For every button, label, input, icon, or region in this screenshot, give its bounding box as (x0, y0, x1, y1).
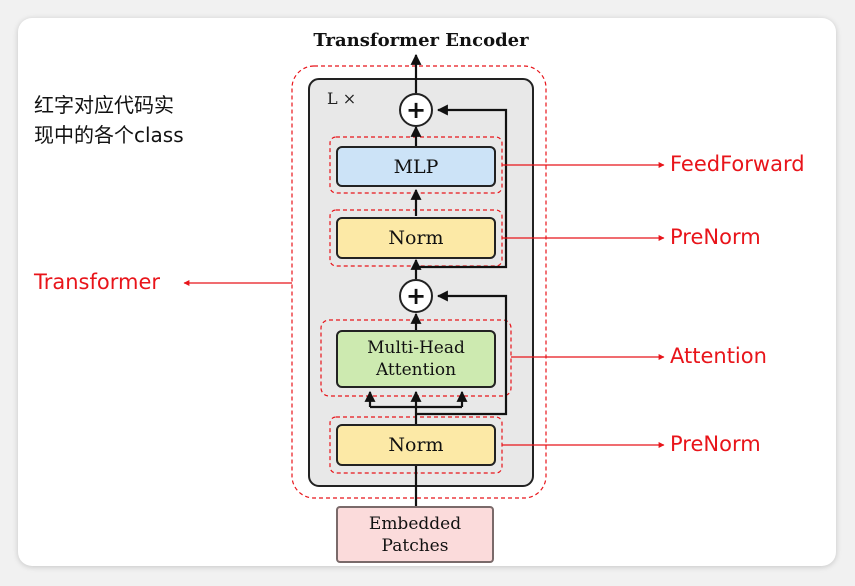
diagram-title: Transformer Encoder (313, 30, 529, 51)
attention-line1: Multi-Head (367, 338, 465, 358)
add-top-icon: + (399, 93, 433, 127)
embedded-patches-block: Embedded Patches (336, 506, 494, 563)
attention-block: Multi-Head Attention (336, 330, 496, 388)
embedded-line1: Embedded (368, 513, 462, 534)
embedded-line2: Patches (381, 535, 449, 556)
mlp-block: MLP (336, 146, 496, 187)
add-bottom-icon: + (399, 279, 433, 313)
annotation-note: 红字对应代码实 现中的各个class (34, 93, 184, 147)
repeat-label: L × (327, 89, 357, 108)
attention-line2: Attention (375, 360, 457, 380)
feedforward-label: FeedForward (670, 152, 805, 176)
norm-bottom-block: Norm (336, 424, 496, 466)
prenorm-top-label: PreNorm (670, 225, 761, 249)
prenorm-bottom-label: PreNorm (670, 432, 761, 456)
norm-top-block: Norm (336, 217, 496, 259)
attention-label: Attention (670, 344, 767, 368)
transformer-label: Transformer (34, 270, 161, 294)
